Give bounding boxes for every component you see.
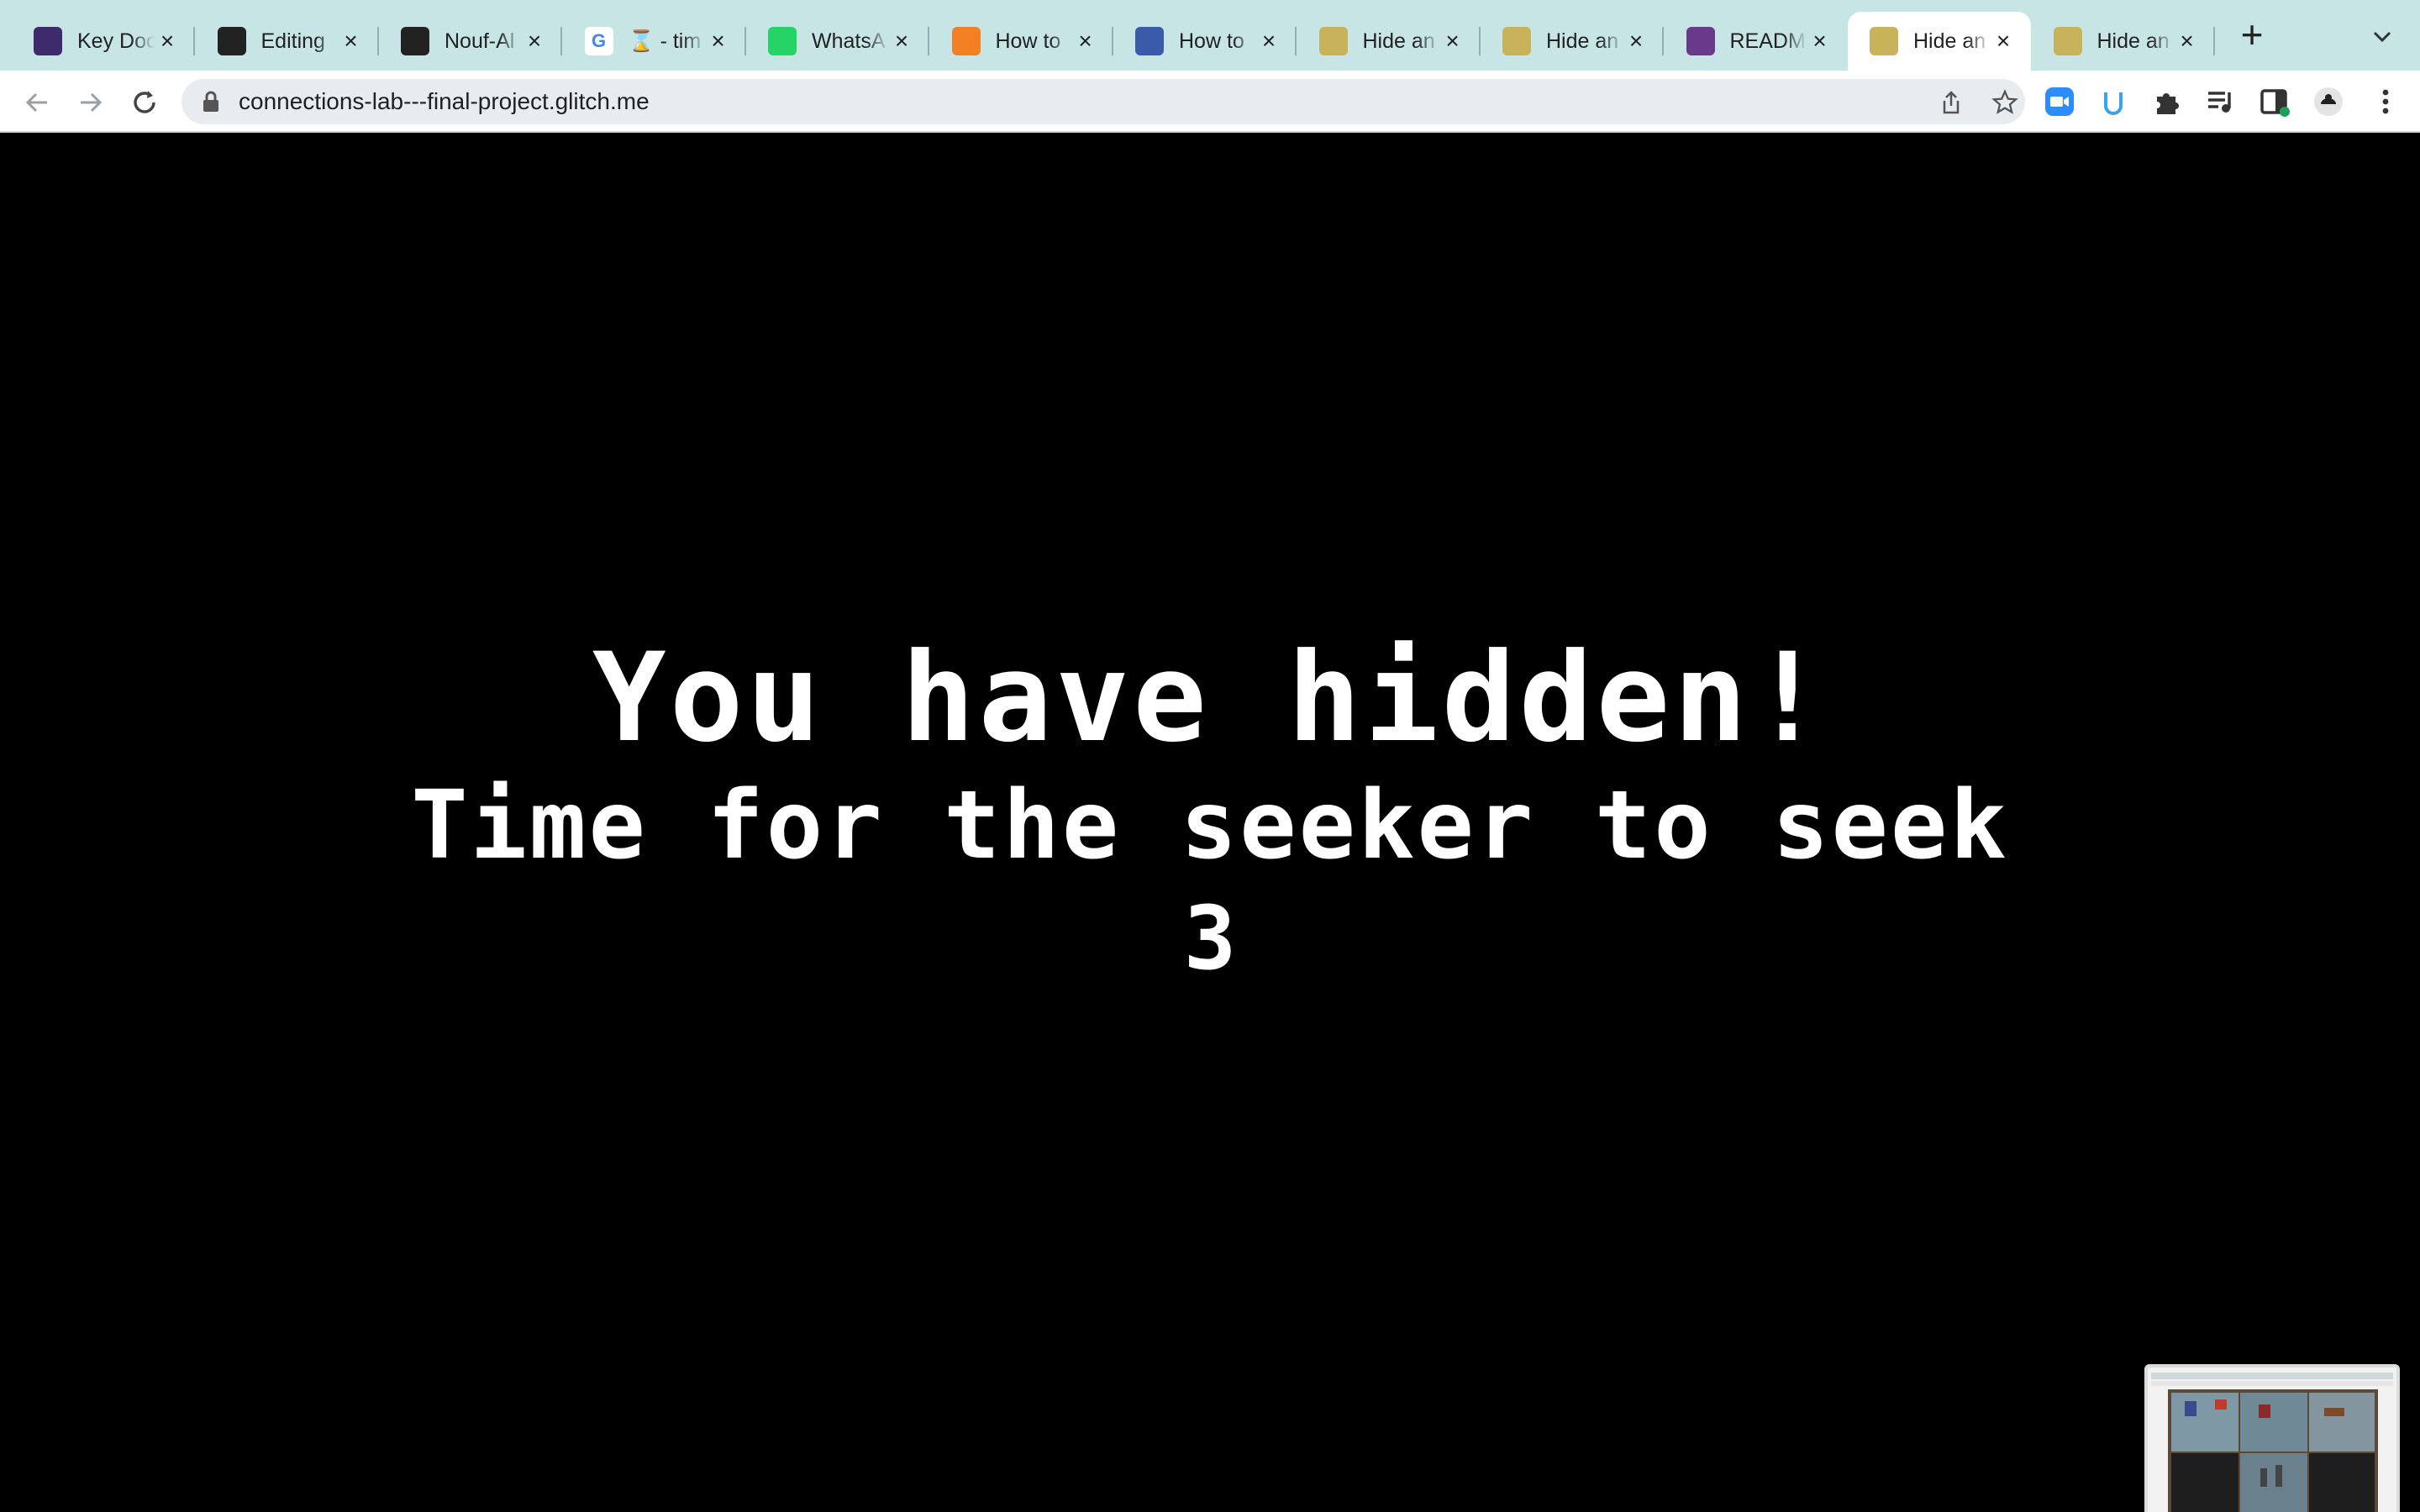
tab-close-icon[interactable]: × [1623, 29, 1649, 54]
u-extension-icon[interactable] [2097, 86, 2129, 118]
tab-close-icon[interactable]: × [706, 29, 731, 54]
forward-icon[interactable] [74, 86, 108, 119]
game-icon [1870, 27, 1898, 55]
countdown-number: 3 [1183, 887, 1237, 990]
tab-title: Hide an [1546, 29, 1619, 53]
address-bar[interactable]: connections-lab---final-project.glitch.m… [182, 79, 2025, 124]
sidebar-reading-icon[interactable] [2259, 86, 2291, 118]
tab-title: Editing [260, 29, 325, 53]
stackoverflow-icon [951, 27, 981, 55]
browser-tab[interactable]: Key Doc × [12, 12, 195, 71]
bookmark-star-icon[interactable] [1991, 89, 2018, 116]
reload-icon[interactable] [128, 86, 161, 119]
media-control-icon[interactable] [2205, 86, 2237, 118]
key-doc-icon [34, 27, 62, 55]
game-icon [1502, 27, 1531, 55]
browser-tab[interactable]: Hide an × [2032, 12, 2215, 71]
hidden-message: You have hidden! [592, 627, 1828, 769]
tab-title: READM [1729, 29, 1806, 53]
browser-tab[interactable]: How to × [930, 12, 1113, 71]
tab-separator [2212, 27, 2215, 55]
browser-tab[interactable]: G ⌛ - tim × [563, 12, 746, 71]
browser-tab[interactable]: Nouf-Al × [379, 12, 562, 71]
github-icon [401, 27, 429, 55]
extensions-puzzle-icon[interactable] [2151, 86, 2183, 118]
readme-icon [1686, 27, 1715, 55]
browser-tab[interactable]: Editing × [196, 12, 379, 71]
seeker-message: Time for the seeker to seek [411, 771, 2009, 880]
back-icon[interactable] [20, 86, 54, 119]
tab-close-icon[interactable]: × [1807, 29, 1833, 54]
lock-icon[interactable] [202, 91, 220, 113]
browser-tab[interactable]: Hide an × [1297, 12, 1481, 71]
new-tab-button[interactable]: + [2235, 15, 2269, 54]
browser-toolbar: connections-lab---final-project.glitch.m… [0, 71, 2420, 133]
tab-title: How to [995, 29, 1061, 53]
tab-title: Nouf-Al [445, 29, 515, 53]
github-icon [217, 27, 246, 55]
profile-avatar-icon[interactable] [2312, 86, 2344, 118]
tab-close-icon[interactable]: × [1991, 29, 2016, 54]
zoom-extension-icon[interactable] [2044, 86, 2075, 118]
browser-tab[interactable]: READM × [1665, 12, 1848, 71]
tab-close-icon[interactable]: × [1440, 29, 1465, 54]
tab-strip: Key Doc × Editing × Nouf-Al × G ⌛ - tim × WhatsA ×… [0, 0, 2420, 71]
game-icon [1318, 27, 1348, 55]
browser-tab[interactable]: Hide an × [1481, 12, 1664, 71]
tab-title: Hide an [1913, 29, 1986, 53]
tab-title: Hide an [1362, 29, 1435, 53]
menu-more-icon[interactable] [2370, 86, 2402, 118]
tab-close-icon[interactable]: × [2175, 29, 2200, 54]
tab-title: ⌛ - tim [628, 29, 702, 53]
tab-close-icon[interactable]: × [339, 29, 364, 54]
tab-close-icon[interactable]: × [1073, 29, 1098, 54]
picture-in-picture-preview[interactable] [2144, 1364, 2400, 1512]
tab-close-icon[interactable]: × [889, 29, 914, 54]
whatsapp-icon [768, 27, 797, 55]
game-canvas[interactable]: You have hidden! Time for the seeker to … [0, 133, 2420, 1512]
pip-thumbnail [2148, 1368, 2396, 1512]
tab-close-icon[interactable]: × [155, 29, 180, 54]
tab-title: Hide an [2096, 29, 2170, 53]
url-text: connections-lab---final-project.glitch.m… [239, 88, 650, 114]
browser-tab[interactable]: How to × [1113, 12, 1297, 71]
share-icon[interactable] [1938, 89, 1965, 116]
tab-title: How to [1179, 29, 1244, 53]
tab-close-icon[interactable]: × [522, 29, 547, 54]
tab-title: WhatsA [812, 29, 886, 53]
tab-close-icon[interactable]: × [1256, 29, 1281, 54]
gitbook-icon [1135, 27, 1164, 55]
browser-tab[interactable]: Hide an × [1848, 12, 2031, 71]
game-icon [2053, 27, 2082, 55]
tab-title: Key Doc [77, 29, 155, 53]
google-icon: G [584, 27, 613, 55]
tab-search-icon[interactable] [2368, 22, 2396, 50]
browser-tab[interactable]: WhatsA × [746, 12, 929, 71]
